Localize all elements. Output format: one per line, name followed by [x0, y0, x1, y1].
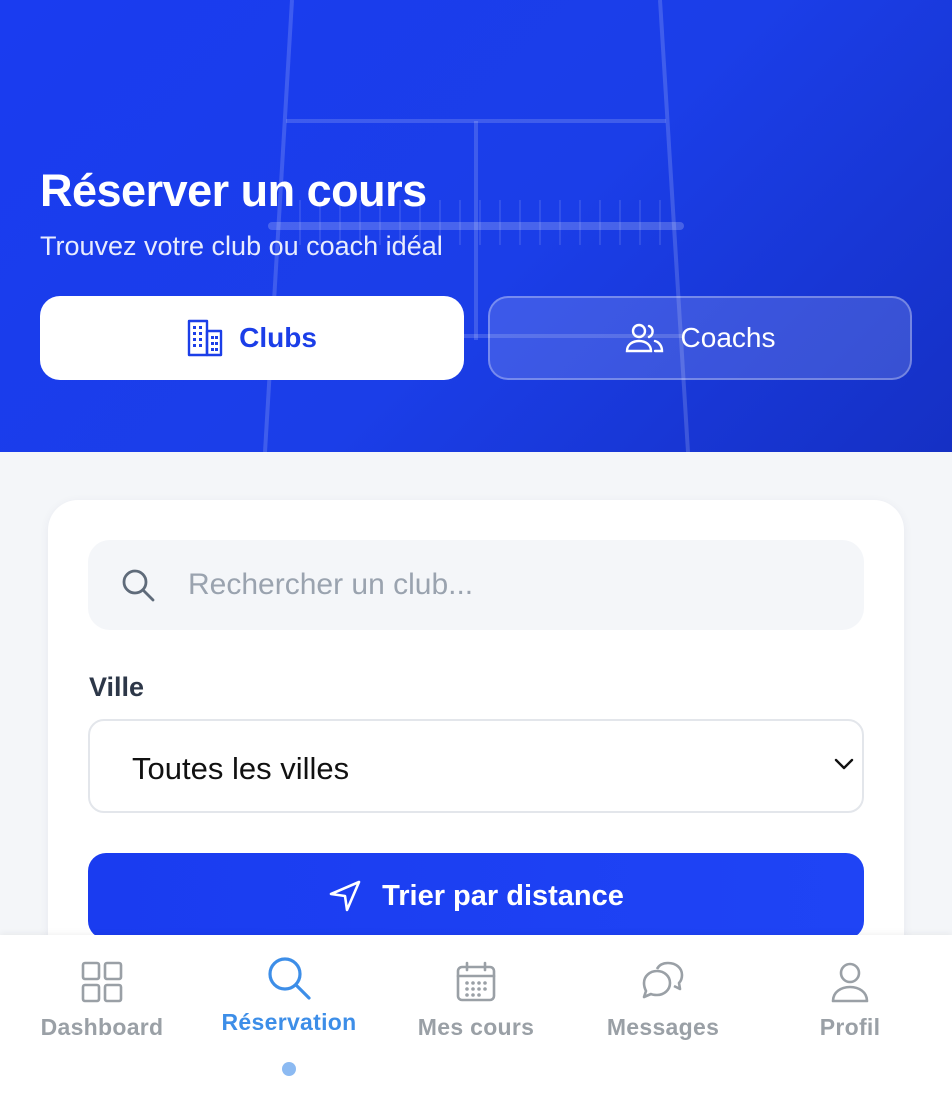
sort-by-distance-button[interactable]: Trier par distance — [88, 853, 864, 939]
navigation-arrow-icon — [328, 879, 362, 913]
chat-icon — [641, 961, 685, 1008]
sort-button-label: Trier par distance — [382, 879, 624, 912]
tab-mes-cours[interactable]: Mes cours — [381, 935, 571, 1094]
chevron-down-icon — [832, 757, 856, 776]
tab-reservation-label: Réservation — [221, 1009, 357, 1035]
tennis-court-illustration — [263, 0, 690, 452]
segment-clubs-label: Clubs — [239, 322, 317, 353]
tab-messages-label: Messages — [606, 1014, 720, 1040]
tab-dashboard-label: Dashboard — [40, 1014, 164, 1040]
building-icon — [187, 319, 223, 357]
city-filter-label: Ville — [89, 672, 145, 702]
tab-profil-label: Profil — [819, 1014, 881, 1040]
bottom-tab-bar: Dashboard Réservation Mes cours Messages… — [0, 935, 952, 1094]
tab-dashboard[interactable]: Dashboard — [7, 935, 197, 1094]
tab-messages[interactable]: Messages — [568, 935, 758, 1094]
segment-coachs-label: Coachs — [680, 322, 776, 353]
search-icon — [266, 955, 312, 1006]
hero-banner: Réserver un cours Trouvez votre club ou … — [0, 0, 952, 452]
segment-coachs-button[interactable]: Coachs — [488, 296, 912, 380]
user-icon — [830, 961, 870, 1008]
calendar-icon — [455, 961, 497, 1008]
tab-mes-cours-label: Mes cours — [417, 1014, 535, 1040]
grid-icon — [81, 961, 123, 1008]
segment-clubs-button[interactable]: Clubs — [40, 296, 464, 380]
search-icon — [120, 567, 156, 608]
search-bar[interactable] — [88, 540, 864, 630]
tab-reservation[interactable]: Réservation — [194, 935, 384, 1094]
city-select-value: Toutes les villes — [132, 751, 350, 786]
search-input[interactable] — [188, 540, 848, 630]
users-icon — [625, 323, 665, 353]
tab-profil[interactable]: Profil — [755, 935, 945, 1094]
city-select[interactable]: Toutes les villes — [88, 719, 864, 813]
active-tab-indicator — [282, 1062, 296, 1076]
page-subtitle: Trouvez votre club ou coach idéal — [40, 231, 443, 261]
page-title: Réserver un cours — [40, 165, 427, 216]
